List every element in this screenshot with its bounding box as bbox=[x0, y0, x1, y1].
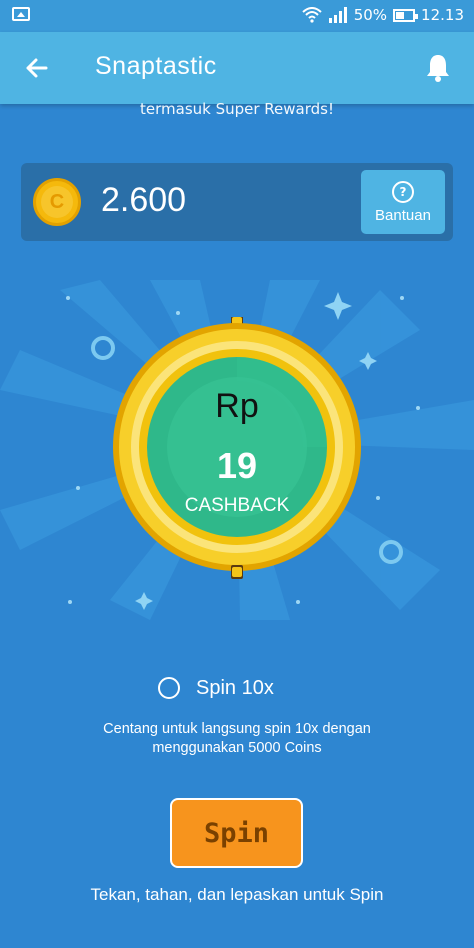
bell-icon[interactable] bbox=[424, 52, 452, 84]
help-button[interactable]: ? Bantuan bbox=[361, 170, 445, 234]
rewards-subtitle: termasuk Super Rewards! bbox=[140, 100, 334, 118]
coin-balance-card: C 2.600 ? Bantuan bbox=[21, 163, 453, 241]
prize-currency: Rp bbox=[215, 387, 259, 425]
wheel-prize-display: Rp 19 CASHBACK bbox=[113, 317, 361, 565]
spin-wheel-area: Rp 19 CASHBACK bbox=[0, 280, 474, 620]
spin-10x-description-line2: menggunakan 5000 Coins bbox=[152, 740, 322, 756]
coin-symbol: C bbox=[41, 186, 73, 218]
spin-10x-description: Centang untuk langsung spin 10x dengan m… bbox=[0, 720, 474, 758]
spin-button[interactable]: Spin bbox=[170, 798, 303, 868]
spin-hint: Tekan, tahan, dan lepaskan untuk Spin bbox=[90, 885, 384, 904]
battery-percent: 50% bbox=[353, 6, 388, 24]
spin-10x-label: Spin 10x bbox=[196, 676, 274, 699]
wifi-icon bbox=[302, 7, 322, 23]
gallery-notification-icon bbox=[12, 7, 30, 21]
page-title: Snaptastic bbox=[95, 52, 217, 80]
spin-10x-description-line1: Centang untuk langsung spin 10x dengan bbox=[103, 721, 371, 737]
spin-10x-option[interactable]: Spin 10x bbox=[158, 673, 274, 703]
status-icons: 50% 12.13 bbox=[302, 6, 464, 24]
battery-icon bbox=[393, 8, 419, 22]
question-icon: ? bbox=[392, 180, 414, 203]
help-button-label: Bantuan bbox=[375, 206, 431, 224]
prize-amount: 19 bbox=[216, 445, 258, 486]
status-bar: 50% 12.13 bbox=[0, 0, 474, 32]
prize-label: CASHBACK bbox=[184, 495, 290, 516]
spin-10x-radio[interactable] bbox=[158, 677, 180, 699]
coin-balance: 2.600 bbox=[101, 181, 187, 219]
coin-icon: C bbox=[33, 178, 81, 226]
clock: 12.13 bbox=[421, 6, 464, 24]
back-arrow-icon[interactable] bbox=[20, 52, 54, 84]
signal-icon bbox=[328, 7, 347, 23]
app-bar: Snaptastic bbox=[0, 32, 474, 104]
